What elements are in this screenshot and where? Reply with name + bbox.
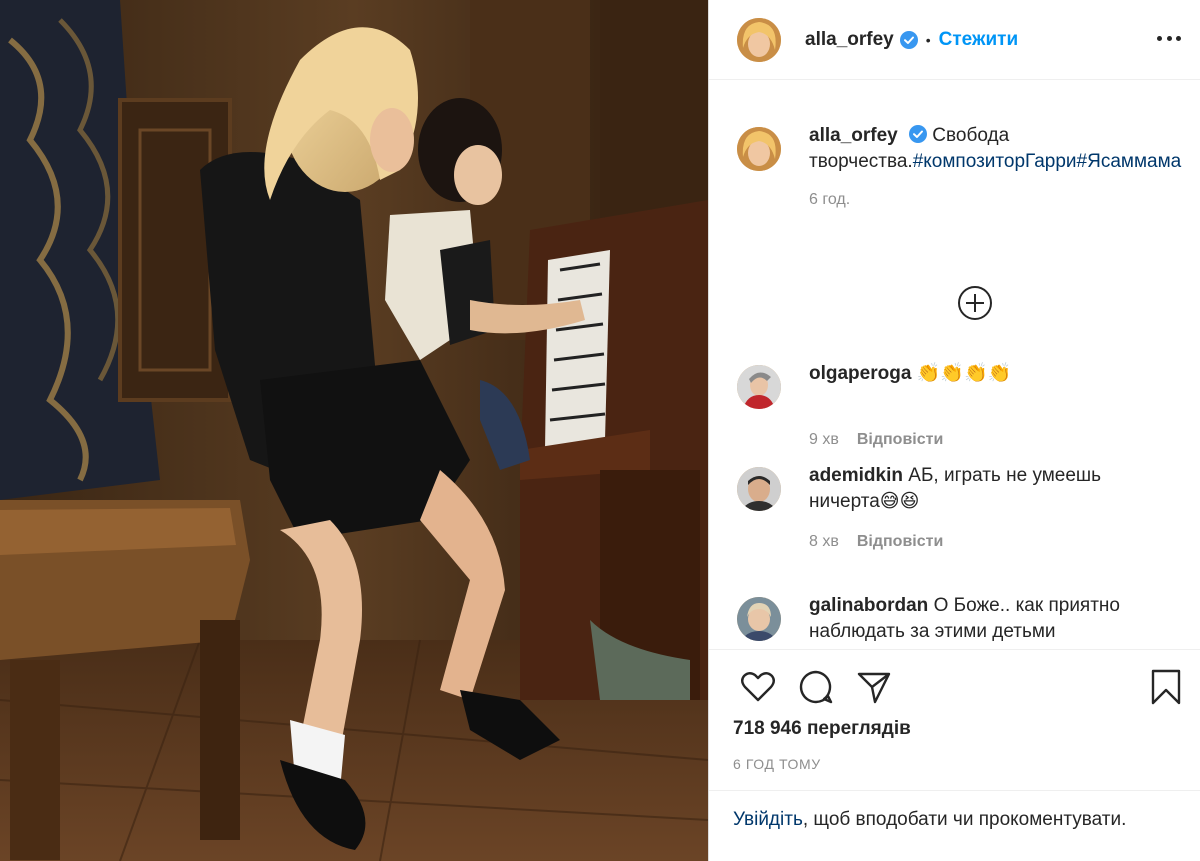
caption: alla_orfey Свобода творчества.#композито… xyxy=(737,125,1181,209)
separator: • xyxy=(925,31,931,48)
share-icon[interactable] xyxy=(855,668,893,706)
username-link[interactable]: alla_orfey xyxy=(805,29,894,51)
caption-meta: 6 год. xyxy=(809,191,1177,209)
comment-meta: 8 хв Відповісти xyxy=(809,533,1177,551)
post-actions: 718 946 переглядів 6 ГОД ТОМУ Увійдіть, … xyxy=(709,649,1200,861)
comment-username[interactable]: galinabordan xyxy=(809,595,928,616)
hashtag-link[interactable]: #композиторГарри#Ясаммама xyxy=(913,151,1182,172)
comment-text: olgaperoga 👏👏👏👏 xyxy=(809,361,1169,409)
comment-text: galinabordan О Боже.. как приятно наблюд… xyxy=(809,593,1169,645)
post-panel: alla_orfey • Стежити alla_orfey Свобода … xyxy=(708,0,1200,861)
more-options-icon[interactable] xyxy=(1157,36,1181,44)
comment: galinabordan О Боже.. как приятно наблюд… xyxy=(737,595,1177,645)
avatar[interactable] xyxy=(737,17,781,62)
video-frame xyxy=(0,0,708,861)
login-link[interactable]: Увійдіть xyxy=(733,809,803,830)
avatar[interactable] xyxy=(737,597,781,641)
caption-time: 6 год. xyxy=(809,191,851,208)
post-video[interactable] xyxy=(0,0,708,861)
avatar[interactable] xyxy=(737,365,781,409)
caption-text: alla_orfey Свобода творчества.#композито… xyxy=(809,123,1181,175)
bookmark-icon[interactable] xyxy=(1147,668,1185,706)
comment-username[interactable]: ademidkin xyxy=(809,465,903,486)
reply-button[interactable]: Відповісти xyxy=(857,533,943,550)
instagram-post: alla_orfey • Стежити alla_orfey Свобода … xyxy=(0,0,1200,861)
view-count[interactable]: 718 946 переглядів xyxy=(733,718,911,740)
avatar[interactable] xyxy=(737,467,781,511)
post-time: 6 ГОД ТОМУ xyxy=(733,756,821,772)
verified-badge-icon xyxy=(899,30,918,49)
post-header: alla_orfey • Стежити xyxy=(709,0,1200,80)
action-icons xyxy=(733,668,1185,708)
login-prompt-text: , щоб вподобати чи прокоментувати. xyxy=(802,809,1127,830)
comment-time: 9 хв xyxy=(809,431,839,448)
comment-time: 8 хв xyxy=(809,533,839,550)
comment-body: 👏👏👏👏 xyxy=(916,363,1012,384)
load-more-comments-icon[interactable] xyxy=(957,285,993,321)
comments-list[interactable]: alla_orfey Свобода творчества.#композито… xyxy=(709,81,1200,649)
login-prompt: Увійдіть, щоб вподобати чи прокоментуват… xyxy=(709,790,1200,848)
comment: olgaperoga 👏👏👏👏 9 хв Відповісти xyxy=(737,363,1177,449)
comment: ademidkin АБ, играть не умеешь ничерта😅😆… xyxy=(737,465,1177,551)
follow-button[interactable]: Стежити xyxy=(939,29,1018,51)
verified-badge-icon xyxy=(909,125,928,143)
caption-username[interactable]: alla_orfey xyxy=(809,125,898,146)
comment-icon[interactable] xyxy=(797,668,835,706)
comment-username[interactable]: olgaperoga xyxy=(809,363,911,384)
reply-button[interactable]: Відповісти xyxy=(857,431,943,448)
comment-text: ademidkin АБ, играть не умеешь ничерта😅😆 xyxy=(809,463,1169,515)
heart-icon[interactable] xyxy=(739,668,777,706)
comment-meta: 9 хв Відповісти xyxy=(809,431,1177,449)
avatar[interactable] xyxy=(737,127,781,171)
